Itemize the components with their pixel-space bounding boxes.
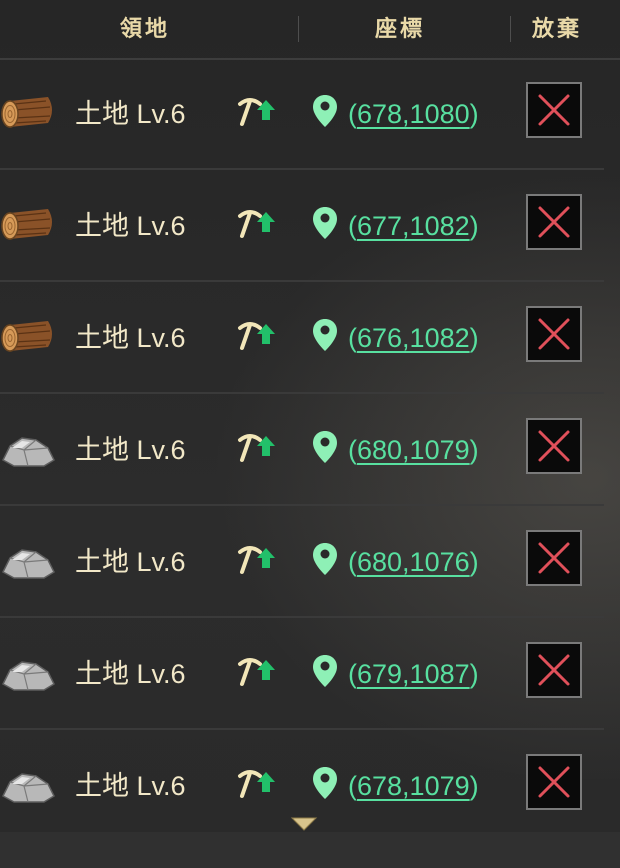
close-x-icon <box>538 654 570 686</box>
pickaxe-upgrade-icon[interactable] <box>236 432 278 464</box>
abandon-button[interactable] <box>526 418 582 474</box>
map-pin-icon[interactable] <box>312 206 338 240</box>
stone-ore-icon <box>2 437 55 467</box>
header-divider <box>510 16 511 42</box>
wood-log-icon <box>1 97 52 128</box>
map-pin-icon[interactable] <box>312 94 338 128</box>
footer-bar <box>0 832 620 868</box>
pickaxe-upgrade-icon[interactable] <box>236 208 278 240</box>
abandon-button[interactable] <box>526 82 582 138</box>
table-header: 領地 座標 放棄 <box>0 0 620 60</box>
map-pin-icon[interactable] <box>312 542 338 576</box>
coordinate-link[interactable]: (679,1087) <box>348 652 479 696</box>
wood-log-icon <box>1 321 52 352</box>
abandon-button[interactable] <box>526 306 582 362</box>
pickaxe-upgrade-icon[interactable] <box>236 544 278 576</box>
close-x-icon <box>538 206 570 238</box>
abandon-button[interactable] <box>526 754 582 810</box>
coordinate-link[interactable]: (676,1082) <box>348 316 479 360</box>
territory-row: 土地 Lv.6 (678,1080) <box>0 58 604 170</box>
coordinate-link[interactable]: (678,1080) <box>348 92 479 136</box>
close-x-icon <box>538 430 570 462</box>
wood-log-icon <box>1 209 52 240</box>
chevron-down-icon[interactable] <box>290 816 318 832</box>
territory-list-panel: 領地 座標 放棄 土地 Lv.6 (678,1080) 土地 Lv.6 (677… <box>0 0 620 868</box>
header-divider <box>298 16 299 42</box>
map-pin-icon[interactable] <box>312 654 338 688</box>
coordinate-value: 680,1076 <box>357 547 470 577</box>
close-x-icon <box>538 94 570 126</box>
territory-row: 土地 Lv.6 (680,1079) <box>0 394 604 506</box>
coordinate-value: 678,1080 <box>357 99 470 129</box>
pickaxe-upgrade-icon[interactable] <box>236 96 278 128</box>
abandon-button[interactable] <box>526 642 582 698</box>
land-level-label: 土地 Lv.6 <box>75 211 186 241</box>
coordinate-value: 680,1079 <box>357 435 470 465</box>
close-x-icon <box>538 318 570 350</box>
pickaxe-upgrade-icon[interactable] <box>236 656 278 688</box>
stone-ore-icon <box>2 549 55 579</box>
coordinate-value: 676,1082 <box>357 323 470 353</box>
land-level-label: 土地 Lv.6 <box>75 323 186 353</box>
stone-ore-icon <box>2 661 55 691</box>
land-level-label: 土地 Lv.6 <box>75 547 186 577</box>
land-level-label: 土地 Lv.6 <box>75 771 186 801</box>
coordinate-link[interactable]: (680,1076) <box>348 540 479 584</box>
map-pin-icon[interactable] <box>312 318 338 352</box>
land-level-label: 土地 Lv.6 <box>75 435 186 465</box>
coordinate-value: 679,1087 <box>357 659 470 689</box>
territory-row: 土地 Lv.6 (676,1082) <box>0 282 604 394</box>
territory-row: 土地 Lv.6 (679,1087) <box>0 618 604 730</box>
coordinate-link[interactable]: (680,1079) <box>348 428 479 472</box>
stone-ore-icon <box>2 773 55 803</box>
map-pin-icon[interactable] <box>312 766 338 800</box>
territory-row: 土地 Lv.6 (680,1076) <box>0 506 604 618</box>
map-pin-icon[interactable] <box>312 430 338 464</box>
coordinate-link[interactable]: (677,1082) <box>348 204 479 248</box>
land-level-label: 土地 Lv.6 <box>75 99 186 129</box>
pickaxe-upgrade-icon[interactable] <box>236 320 278 352</box>
close-x-icon <box>538 542 570 574</box>
header-coordinates: 座標 <box>374 16 425 42</box>
territory-row: 土地 Lv.6 (677,1082) <box>0 170 604 282</box>
header-abandon: 放棄 <box>531 16 582 42</box>
coordinate-value: 677,1082 <box>357 211 470 241</box>
coordinate-link[interactable]: (678,1079) <box>348 764 479 808</box>
coordinate-value: 678,1079 <box>357 771 470 801</box>
pickaxe-upgrade-icon[interactable] <box>236 768 278 800</box>
land-level-label: 土地 Lv.6 <box>75 659 186 689</box>
abandon-button[interactable] <box>526 194 582 250</box>
abandon-button[interactable] <box>526 530 582 586</box>
close-x-icon <box>538 766 570 798</box>
header-territory: 領地 <box>119 16 170 42</box>
